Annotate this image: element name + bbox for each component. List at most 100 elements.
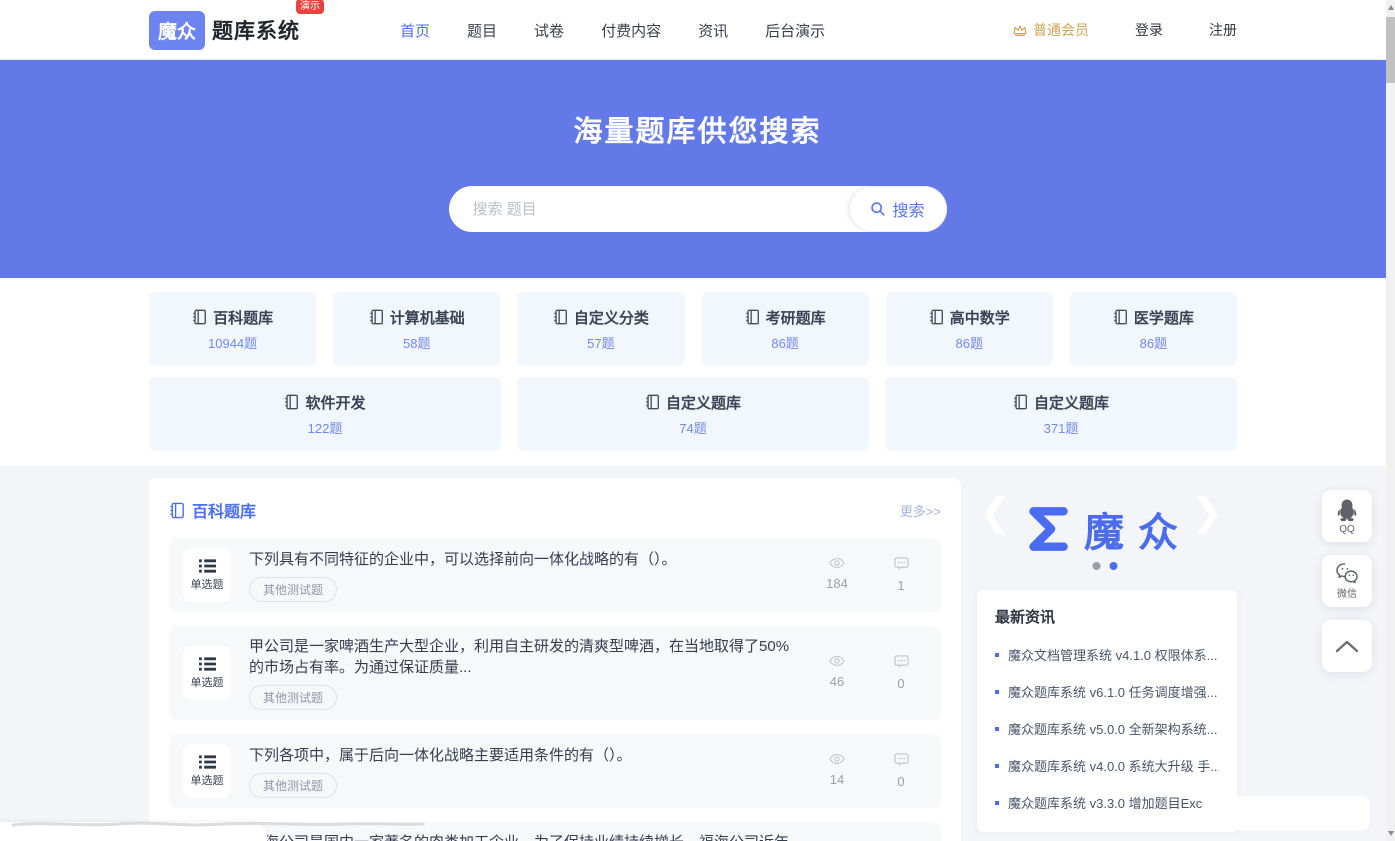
category-card[interactable]: 自定义分类 57题 (517, 292, 684, 366)
question-tag[interactable]: 其他测试题 (249, 577, 337, 602)
book-icon (553, 309, 568, 325)
nav-item-news[interactable]: 资讯 (698, 20, 728, 41)
nav-item-admin-demo[interactable]: 后台演示 (765, 20, 825, 41)
mozhong-logo[interactable]: 魔众 (1022, 500, 1192, 558)
brand-logo[interactable]: 魔众 题库系统 演示 (149, 11, 300, 50)
question-type-box: 单选题 (183, 744, 231, 798)
question-type-box: 单选题 (183, 646, 231, 700)
qq-contact-button[interactable]: QQ (1322, 490, 1372, 542)
comments-count: 0 (897, 676, 904, 691)
question-type-label: 单选题 (191, 674, 224, 690)
qq-label: QQ (1339, 524, 1355, 535)
question-title: 福海公司是国内一家著名的肉类加工企业。为了保持业绩持续增长，福海公司近年来陆续收… (249, 832, 801, 841)
category-card[interactable]: 自定义题库 74题 (517, 377, 869, 451)
wechat-contact-button[interactable]: 微信 (1322, 555, 1372, 607)
login-link[interactable]: 登录 (1135, 20, 1163, 40)
sponsor-carousel: ❮ 魔众 ❯ (977, 486, 1237, 572)
category-name: 医学题库 (1134, 307, 1194, 328)
back-to-top-button[interactable] (1322, 620, 1372, 672)
mozhong-logo-text: 魔众 (1084, 500, 1192, 558)
category-name: 百科题库 (213, 307, 273, 328)
search-input[interactable] (449, 201, 849, 218)
list-icon (199, 559, 216, 573)
bullet-icon (995, 727, 999, 731)
section-title: 百科题库 (192, 498, 256, 522)
comments-count: 1 (897, 578, 904, 593)
question-type-label: 单选题 (191, 772, 224, 788)
category-card[interactable]: 计算机基础 58题 (333, 292, 500, 366)
brand-name: 题库系统 (212, 15, 300, 45)
bullet-icon (995, 690, 999, 694)
book-icon (645, 394, 660, 410)
nav-item-home[interactable]: 首页 (400, 20, 430, 41)
hero-title: 海量题库供您搜索 (573, 108, 821, 150)
category-name: 自定义分类 (574, 307, 649, 328)
question-row[interactable]: 单选题 下列各项中，属于后向一体化战略主要适用条件的有（）。 其他测试题 14 (169, 734, 941, 808)
news-item-text: 魔众题库系统 v3.3.0 增加题目Excel... (1008, 793, 1219, 812)
news-item[interactable]: 魔众题库系统 v5.0.0 全新架构系统... (995, 719, 1219, 738)
news-item[interactable]: 魔众题库系统 v6.1.0 任务调度增强... (995, 682, 1219, 701)
latest-news-panel: 最新资讯 魔众文档管理系统 v4.1.0 权限体系... 魔众题库系统 v6.1… (977, 590, 1237, 832)
category-card[interactable]: 医学题库 86题 (1070, 292, 1237, 366)
question-tag[interactable]: 其他测试题 (249, 773, 337, 798)
search-icon (870, 201, 886, 217)
views-icon (829, 557, 845, 569)
views-count: 14 (830, 772, 844, 787)
top-navbar: 魔众 题库系统 演示 首页 题目 试卷 付费内容 资讯 后台演示 普通会员 (0, 0, 1395, 60)
wechat-icon (1335, 562, 1359, 583)
category-card[interactable]: 百科题库 10944题 (149, 292, 316, 366)
main-nav: 首页 题目 试卷 付费内容 资讯 后台演示 (400, 20, 825, 41)
carousel-dot-active[interactable] (1110, 562, 1118, 570)
book-icon (192, 309, 207, 325)
search-bar: 搜索 (449, 186, 947, 232)
search-button[interactable]: 搜索 (849, 186, 947, 232)
register-link[interactable]: 注册 (1209, 20, 1237, 40)
question-type-box: 单选题 (183, 548, 231, 602)
news-item[interactable]: 魔众文档管理系统 v4.1.0 权限体系... (995, 645, 1219, 664)
views-icon (829, 655, 845, 667)
category-name: 自定义题库 (1034, 392, 1109, 413)
category-count: 371题 (1044, 418, 1079, 437)
carousel-next-icon[interactable]: ❯ (1191, 494, 1223, 532)
comments-icon (894, 753, 909, 767)
book-icon (1013, 394, 1028, 410)
member-label: 普通会员 (1033, 20, 1089, 40)
news-item-text: 魔众题库系统 v4.0.0 系统大升级 手... (1008, 756, 1219, 775)
category-count: 74题 (679, 418, 706, 437)
scrollbar-up-arrow[interactable] (1386, 0, 1395, 15)
list-icon (199, 755, 216, 769)
category-name: 考研题库 (766, 307, 826, 328)
scrollbar-thumb[interactable] (1386, 17, 1395, 83)
comments-icon (894, 557, 909, 571)
nav-item-questions[interactable]: 题目 (467, 20, 497, 41)
category-card[interactable]: 高中数学 86题 (886, 292, 1053, 366)
category-count: 122题 (308, 418, 343, 437)
news-item[interactable]: 魔众题库系统 v4.0.0 系统大升级 手... (995, 756, 1219, 775)
question-row[interactable]: 单选题 下列具有不同特征的企业中，可以选择前向一体化战略的有（）。 其他测试题 … (169, 538, 941, 612)
demo-badge: 演示 (296, 0, 324, 14)
category-grid-row1: 百科题库 10944题 计算机基础 58题 自定义分类 57题 考研题库 86题… (149, 292, 1237, 366)
category-card[interactable]: 考研题库 86题 (702, 292, 869, 366)
book-icon (369, 309, 384, 325)
book-icon (929, 309, 944, 325)
category-card[interactable]: 软件开发 122题 (149, 377, 501, 451)
carousel-dot[interactable] (1093, 562, 1101, 570)
hero-banner: 海量题库供您搜索 搜索 (0, 60, 1395, 278)
more-link[interactable]: 更多>> (900, 501, 941, 520)
news-item[interactable]: 魔众题库系统 v3.3.0 增加题目Excel... (995, 793, 1219, 812)
question-row[interactable]: 单选题 甲公司是一家啤酒生产大型企业，利用自主研发的清爽型啤酒，在当地取得了50… (169, 626, 941, 720)
category-card[interactable]: 自定义题库 371题 (885, 377, 1237, 451)
news-item-text: 魔众题库系统 v5.0.0 全新架构系统... (1008, 719, 1217, 738)
nav-item-paid-content[interactable]: 付费内容 (601, 20, 661, 41)
question-title: 下列各项中，属于后向一体化战略主要适用条件的有（）。 (249, 745, 801, 766)
category-name: 高中数学 (950, 307, 1010, 328)
scrollbar-down-arrow[interactable] (1386, 826, 1395, 841)
bullet-icon (995, 764, 999, 768)
member-link[interactable]: 普通会员 (1012, 20, 1089, 40)
nav-item-papers[interactable]: 试卷 (534, 20, 564, 41)
category-count: 58题 (403, 333, 430, 352)
question-row[interactable]: 单选题 福海公司是国内一家著名的肉类加工企业。为了保持业绩持续增长，福海公司近年… (169, 822, 941, 841)
question-tag[interactable]: 其他测试题 (249, 685, 337, 710)
views-count: 46 (830, 674, 844, 689)
carousel-prev-icon[interactable]: ❮ (979, 494, 1011, 532)
